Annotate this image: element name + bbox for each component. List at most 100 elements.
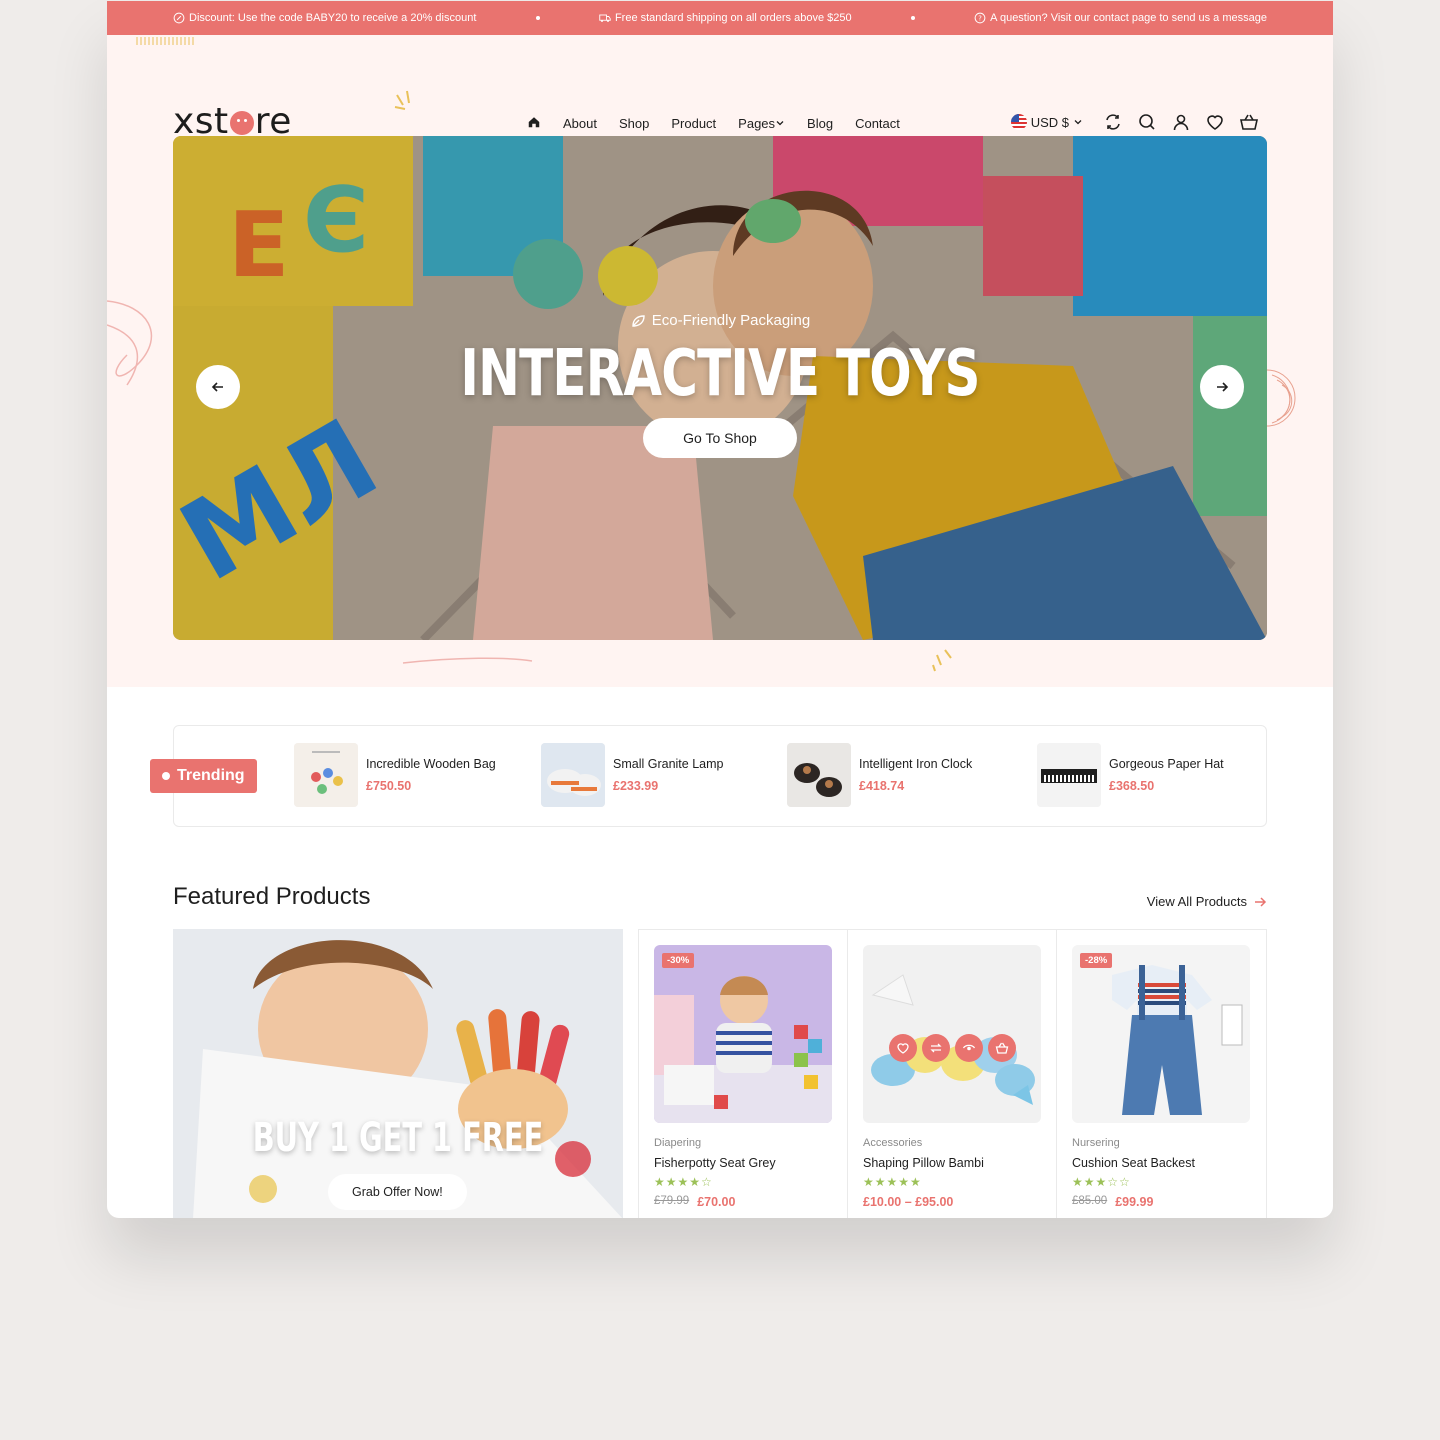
trending-item-price: £368.50 bbox=[1109, 779, 1155, 793]
header-tools: USD $ bbox=[1010, 112, 1259, 132]
search-icon[interactable] bbox=[1137, 112, 1157, 132]
trending-item[interactable]: Intelligent Iron Clock £418.74 bbox=[787, 743, 972, 807]
currency-label: USD $ bbox=[1030, 114, 1069, 130]
arrow-right-icon bbox=[1255, 896, 1267, 907]
product-prices: £10.00 – £95.00 bbox=[863, 1195, 1041, 1209]
chevron-down-icon bbox=[1074, 120, 1082, 125]
rating-stars: ★★★☆☆ bbox=[1072, 1175, 1131, 1189]
heart-icon bbox=[897, 1043, 909, 1054]
basket-icon bbox=[995, 1042, 1009, 1054]
product-category: Nursering bbox=[1072, 1137, 1120, 1149]
trending-item-price: £750.50 bbox=[366, 779, 412, 793]
basket-icon[interactable] bbox=[1239, 112, 1259, 132]
add-to-cart-button[interactable] bbox=[988, 1034, 1016, 1062]
main-nav: About Shop Product Pages Blog Contact bbox=[527, 115, 900, 132]
wishlist-button[interactable] bbox=[889, 1034, 917, 1062]
question-message[interactable]: ? A question? Visit our contact page to … bbox=[974, 12, 1267, 24]
trending-item-name: Incredible Wooden Bag bbox=[366, 757, 496, 771]
product-card[interactable]: Accessories Shaping Pillow Bambi ★★★★★ £… bbox=[848, 930, 1057, 1218]
page-frame: Discount: Use the code BABY20 to receive… bbox=[107, 1, 1333, 1218]
trending-item-name: Small Granite Lamp bbox=[613, 757, 724, 771]
product-name[interactable]: Cushion Seat Backest bbox=[1072, 1156, 1251, 1170]
product-name[interactable]: Fisherpotty Seat Grey bbox=[654, 1156, 832, 1170]
trending-dot bbox=[162, 772, 170, 780]
compare-button[interactable] bbox=[922, 1034, 950, 1062]
user-icon[interactable] bbox=[1171, 112, 1191, 132]
nav-product[interactable]: Product bbox=[671, 116, 716, 131]
product-thumbnail bbox=[541, 743, 605, 807]
truck-icon bbox=[599, 14, 611, 22]
nav-contact[interactable]: Contact bbox=[855, 116, 900, 131]
question-text: A question? Visit our contact page to se… bbox=[990, 12, 1267, 24]
featured-title: Featured Products bbox=[173, 883, 371, 910]
product-image: -30% bbox=[654, 945, 832, 1123]
product-category: Accessories bbox=[863, 1137, 923, 1149]
smiley-logo-icon bbox=[229, 111, 254, 135]
discount-badge: -28% bbox=[1080, 953, 1113, 968]
nav-blog[interactable]: Blog bbox=[807, 116, 833, 131]
shipping-message: Free standard shipping on all orders abo… bbox=[599, 12, 852, 24]
leaf-icon bbox=[632, 314, 645, 327]
view-all-link[interactable]: View All Products bbox=[1147, 894, 1267, 909]
product-image bbox=[863, 945, 1041, 1123]
compare-icon bbox=[930, 1043, 942, 1053]
slide-eyebrow-text: Eco-Friendly Packaging bbox=[651, 312, 811, 329]
hero-slider: E Є МЛ bbox=[173, 136, 1267, 640]
eye-icon bbox=[962, 1044, 976, 1051]
discount-message: Discount: Use the code BABY20 to receive… bbox=[173, 12, 476, 24]
quick-actions bbox=[889, 1034, 1016, 1062]
current-price: £99.99 bbox=[1115, 1195, 1154, 1209]
question-icon: ? bbox=[974, 12, 986, 24]
rating-stars: ★★★★☆ bbox=[654, 1175, 713, 1189]
trending-item-name: Intelligent Iron Clock bbox=[859, 757, 973, 771]
trending-item[interactable]: Small Granite Lamp £233.99 bbox=[541, 743, 723, 807]
product-card[interactable]: -28% Nursering Cushion Seat Backest ★★★☆… bbox=[1057, 930, 1266, 1218]
product-thumbnail bbox=[787, 743, 851, 807]
product-name[interactable]: Shaping Pillow Bambi bbox=[863, 1156, 1041, 1170]
trending-item-price: £418.74 bbox=[859, 779, 905, 793]
trending-item-name: Gorgeous Paper Hat bbox=[1109, 757, 1224, 771]
product-category: Diapering bbox=[654, 1137, 702, 1149]
grab-offer-button[interactable]: Grab Offer Now! bbox=[328, 1174, 467, 1210]
promo-title: BUY 1 GET 1 FREE bbox=[252, 1115, 544, 1161]
slide-title: INTERACTIVE TOYS bbox=[460, 336, 980, 411]
quick-view-button[interactable] bbox=[955, 1034, 983, 1062]
product-image: -28% bbox=[1072, 945, 1250, 1123]
compare-icon[interactable] bbox=[1103, 112, 1123, 132]
promo-banner[interactable]: BUY 1 GET 1 FREE Grab Offer Now! bbox=[173, 929, 623, 1218]
product-thumbnail bbox=[1037, 743, 1101, 807]
trending-tag: Trending bbox=[150, 759, 257, 793]
current-price: £10.00 – £95.00 bbox=[863, 1195, 954, 1209]
nav-pages[interactable]: Pages bbox=[738, 116, 785, 131]
slide-eyebrow: Eco-Friendly Packaging bbox=[630, 312, 810, 329]
home-icon[interactable] bbox=[527, 115, 541, 132]
us-flag-icon bbox=[1010, 114, 1027, 130]
old-price: £79.99 bbox=[654, 1195, 690, 1207]
current-price: £70.00 bbox=[697, 1195, 736, 1209]
nav-about[interactable]: About bbox=[563, 116, 597, 131]
slide-content: Eco-Friendly Packaging INTERACTIVE TOYS … bbox=[173, 312, 1267, 459]
announcement-bar: Discount: Use the code BABY20 to receive… bbox=[107, 1, 1333, 35]
old-price: £85.00 bbox=[1072, 1195, 1108, 1207]
view-all-label: View All Products bbox=[1146, 894, 1247, 909]
chevron-down-icon bbox=[776, 121, 784, 126]
nav-shop[interactable]: Shop bbox=[619, 116, 649, 131]
trending-item[interactable]: Gorgeous Paper Hat £368.50 bbox=[1037, 743, 1224, 807]
discount-text: Discount: Use the code BABY20 to receive… bbox=[189, 12, 477, 24]
trending-item-price: £233.99 bbox=[613, 779, 659, 793]
nav-pages-label: Pages bbox=[738, 116, 776, 131]
go-to-shop-button[interactable]: Go To Shop bbox=[643, 418, 797, 459]
heart-icon[interactable] bbox=[1205, 112, 1225, 132]
currency-selector[interactable]: USD $ bbox=[1010, 114, 1083, 130]
discount-badge: -30% bbox=[662, 953, 695, 968]
rating-stars: ★★★★★ bbox=[863, 1175, 922, 1189]
discount-icon bbox=[173, 12, 185, 24]
separator-dot bbox=[910, 16, 915, 20]
trending-item[interactable]: Incredible Wooden Bag £750.50 bbox=[294, 743, 496, 807]
product-prices: £85.00 £99.99 bbox=[1072, 1195, 1251, 1209]
product-thumbnail bbox=[294, 743, 358, 807]
product-prices: £79.99 £70.00 bbox=[654, 1195, 832, 1209]
product-card[interactable]: -30% Diapering Fisherpotty Seat Grey ★★★… bbox=[639, 930, 848, 1218]
separator-dot bbox=[535, 16, 540, 20]
svg-text:?: ? bbox=[978, 15, 982, 23]
